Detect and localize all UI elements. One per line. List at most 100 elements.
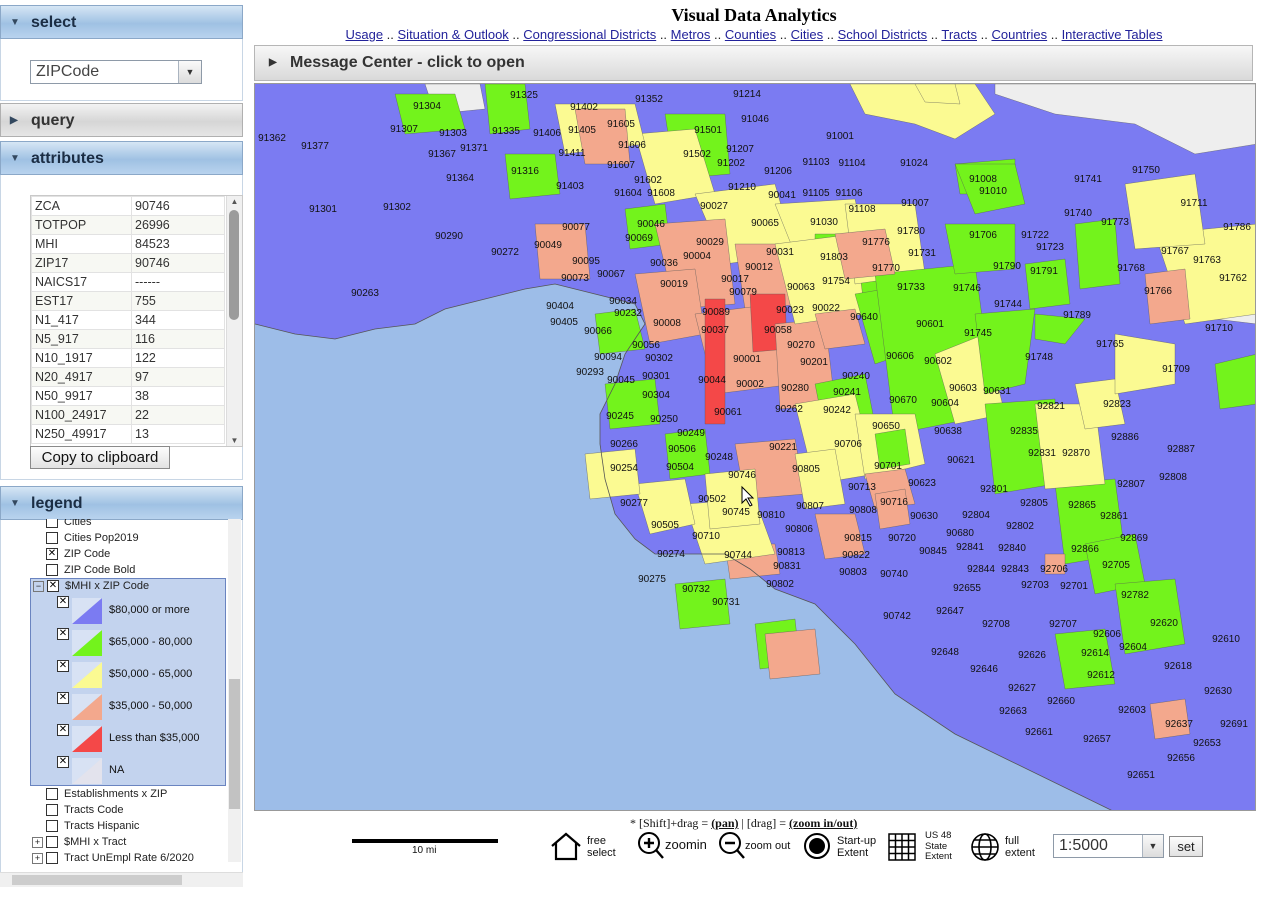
checkbox[interactable] bbox=[46, 836, 58, 849]
checkbox[interactable]: ✕ bbox=[57, 596, 69, 608]
nav-link[interactable]: Situation & Outlook bbox=[398, 27, 509, 42]
free-select-tool[interactable]: free select bbox=[549, 830, 621, 864]
pan-hint: (pan) bbox=[711, 816, 739, 830]
zip-region[interactable] bbox=[874, 488, 911, 530]
checkbox[interactable] bbox=[46, 820, 58, 833]
scrollbar-thumb[interactable] bbox=[12, 875, 182, 885]
legend-group-header[interactable]: − ✕ $MHI x ZIP Code bbox=[33, 578, 149, 594]
legend-panel-header[interactable]: ▼ legend bbox=[0, 486, 243, 520]
zip-label: 91786 bbox=[1223, 222, 1251, 233]
map-view[interactable]: 91304 91325 91352 91214 91402 91046 91362 91307… bbox=[254, 83, 1256, 811]
scroll-down-icon[interactable]: ▼ bbox=[227, 436, 242, 445]
zip-region[interactable] bbox=[1074, 218, 1121, 290]
checkbox[interactable]: ✕ bbox=[47, 580, 59, 593]
legend-scrollbar[interactable] bbox=[228, 519, 241, 862]
attribute-value: 13 bbox=[131, 424, 225, 444]
zip-label: 91335 bbox=[492, 126, 520, 137]
query-panel-header[interactable]: ▶ query bbox=[0, 103, 243, 137]
legend-item[interactable]: Cities bbox=[46, 519, 92, 530]
zip-region[interactable] bbox=[584, 448, 641, 500]
message-center-bar[interactable]: ▶ Message Center - click to open bbox=[254, 45, 1253, 81]
chevron-down-icon[interactable]: ▼ bbox=[1142, 835, 1163, 857]
zip-label: 92821 bbox=[1037, 401, 1065, 412]
checkbox[interactable] bbox=[46, 788, 58, 801]
nav-link[interactable]: Congressional Districts bbox=[523, 27, 656, 42]
zip-label: 91604 bbox=[614, 188, 642, 199]
select-panel-header[interactable]: ▼ select bbox=[0, 5, 243, 39]
collapse-icon[interactable]: − bbox=[33, 580, 44, 592]
nav-link[interactable]: Metros bbox=[671, 27, 711, 42]
expand-icon[interactable]: + bbox=[32, 852, 43, 864]
checkbox[interactable]: ✕ bbox=[46, 548, 58, 561]
checkbox[interactable] bbox=[46, 564, 58, 577]
legend-item[interactable]: Tracts Hispanic bbox=[46, 818, 139, 834]
scroll-up-icon[interactable]: ▲ bbox=[227, 197, 242, 206]
attribute-key: N250_49917 bbox=[31, 424, 132, 444]
checkbox[interactable]: ✕ bbox=[57, 628, 69, 640]
zip-label: 91202 bbox=[717, 158, 745, 169]
zip-label: 90263 bbox=[351, 288, 379, 299]
expand-icon[interactable]: + bbox=[32, 836, 43, 848]
checkbox[interactable] bbox=[46, 852, 58, 865]
nav-link[interactable]: Tracts bbox=[941, 27, 977, 42]
checkbox[interactable]: ✕ bbox=[57, 724, 69, 736]
attribute-row: N50_9917 38 bbox=[31, 386, 225, 406]
zip-label: 91303 bbox=[439, 128, 467, 139]
checkbox[interactable] bbox=[46, 519, 58, 529]
chevron-down-icon[interactable]: ▼ bbox=[178, 61, 201, 83]
map-hint: * [Shift]+drag = (pan) | [drag] = (zoom … bbox=[630, 816, 858, 830]
us48-extent-tool[interactable]: US 48 State Extent bbox=[887, 830, 957, 864]
left-panel: ▼ select ZIPCode ▼ ▶ query ▼ attributes ZCA… bbox=[0, 0, 244, 890]
zip-label: 91207 bbox=[726, 144, 754, 155]
checkbox[interactable]: ✕ bbox=[57, 692, 69, 704]
scrollbar-thumb[interactable] bbox=[229, 679, 240, 809]
nav-link[interactable]: Countries bbox=[991, 27, 1047, 42]
legend-horizontal-scrollbar[interactable] bbox=[0, 872, 243, 887]
nav-link[interactable]: Interactive Tables bbox=[1062, 27, 1163, 42]
scrollbar-thumb[interactable] bbox=[229, 210, 239, 320]
nav-link[interactable]: Counties bbox=[725, 27, 776, 42]
startup-extent-tool[interactable]: Start-up Extent bbox=[803, 830, 883, 864]
zip-label: 90670 bbox=[889, 395, 917, 406]
nav-link[interactable]: Cities bbox=[791, 27, 824, 42]
zip-region[interactable] bbox=[1124, 173, 1206, 250]
legend-item[interactable]: Cities Pop2019 bbox=[46, 530, 139, 546]
zip-label: 90277 bbox=[620, 498, 648, 509]
layer-select[interactable]: ZIPCode ▼ bbox=[30, 60, 202, 84]
attribute-row: N5_917 116 bbox=[31, 329, 225, 349]
zip-label: 91607 bbox=[607, 160, 635, 171]
legend-item[interactable]: ✕ ZIP Code bbox=[46, 546, 110, 562]
copy-to-clipboard-button[interactable]: Copy to clipboard bbox=[30, 446, 170, 469]
set-zoom-button[interactable]: set bbox=[1169, 836, 1203, 857]
zip-label: 91403 bbox=[556, 181, 584, 192]
zoomout-tool[interactable]: zoom out bbox=[718, 830, 800, 864]
zip-label: 91030 bbox=[810, 217, 838, 228]
attribute-key: TOTPOP bbox=[31, 215, 132, 235]
zip-label: 91325 bbox=[510, 90, 538, 101]
zip-region[interactable] bbox=[764, 628, 821, 680]
legend-item[interactable]: ZIP Code Bold bbox=[46, 562, 135, 578]
checkbox[interactable] bbox=[46, 532, 58, 545]
nav-link[interactable]: Usage bbox=[345, 27, 383, 42]
checkbox[interactable]: ✕ bbox=[57, 756, 69, 768]
expand-triangle-icon: ▶ bbox=[269, 57, 277, 68]
zip-label: 90710 bbox=[692, 531, 720, 542]
map-canvas[interactable]: 91304 91325 91352 91214 91402 91046 91362 91307… bbox=[255, 84, 1256, 811]
layer-select-value: ZIPCode bbox=[36, 63, 100, 80]
full-extent-tool[interactable]: full extent bbox=[970, 830, 1045, 864]
legend-item[interactable]: Tracts Code bbox=[46, 802, 124, 818]
checkbox[interactable] bbox=[46, 804, 58, 817]
attributes-scrollbar[interactable]: ▲ ▼ bbox=[226, 196, 242, 446]
zoom-level-select[interactable]: 1:5000 ▼ bbox=[1053, 834, 1164, 858]
nav-separator: .. bbox=[508, 27, 524, 42]
legend-item[interactable]: + $MHI x Tract bbox=[32, 834, 126, 850]
zoomin-tool[interactable]: zoomin bbox=[637, 830, 715, 864]
attribute-value: 344 bbox=[131, 310, 225, 330]
zip-label: 91316 bbox=[511, 166, 539, 177]
checkbox[interactable]: ✕ bbox=[57, 660, 69, 672]
legend-item[interactable]: Establishments x ZIP bbox=[46, 786, 167, 802]
legend-item[interactable]: + Tract UnEmpl Rate 6/2020 bbox=[32, 850, 194, 866]
zip-label: 90732 bbox=[682, 584, 710, 595]
attributes-panel-header[interactable]: ▼ attributes bbox=[0, 141, 243, 175]
nav-link[interactable]: School Districts bbox=[838, 27, 928, 42]
